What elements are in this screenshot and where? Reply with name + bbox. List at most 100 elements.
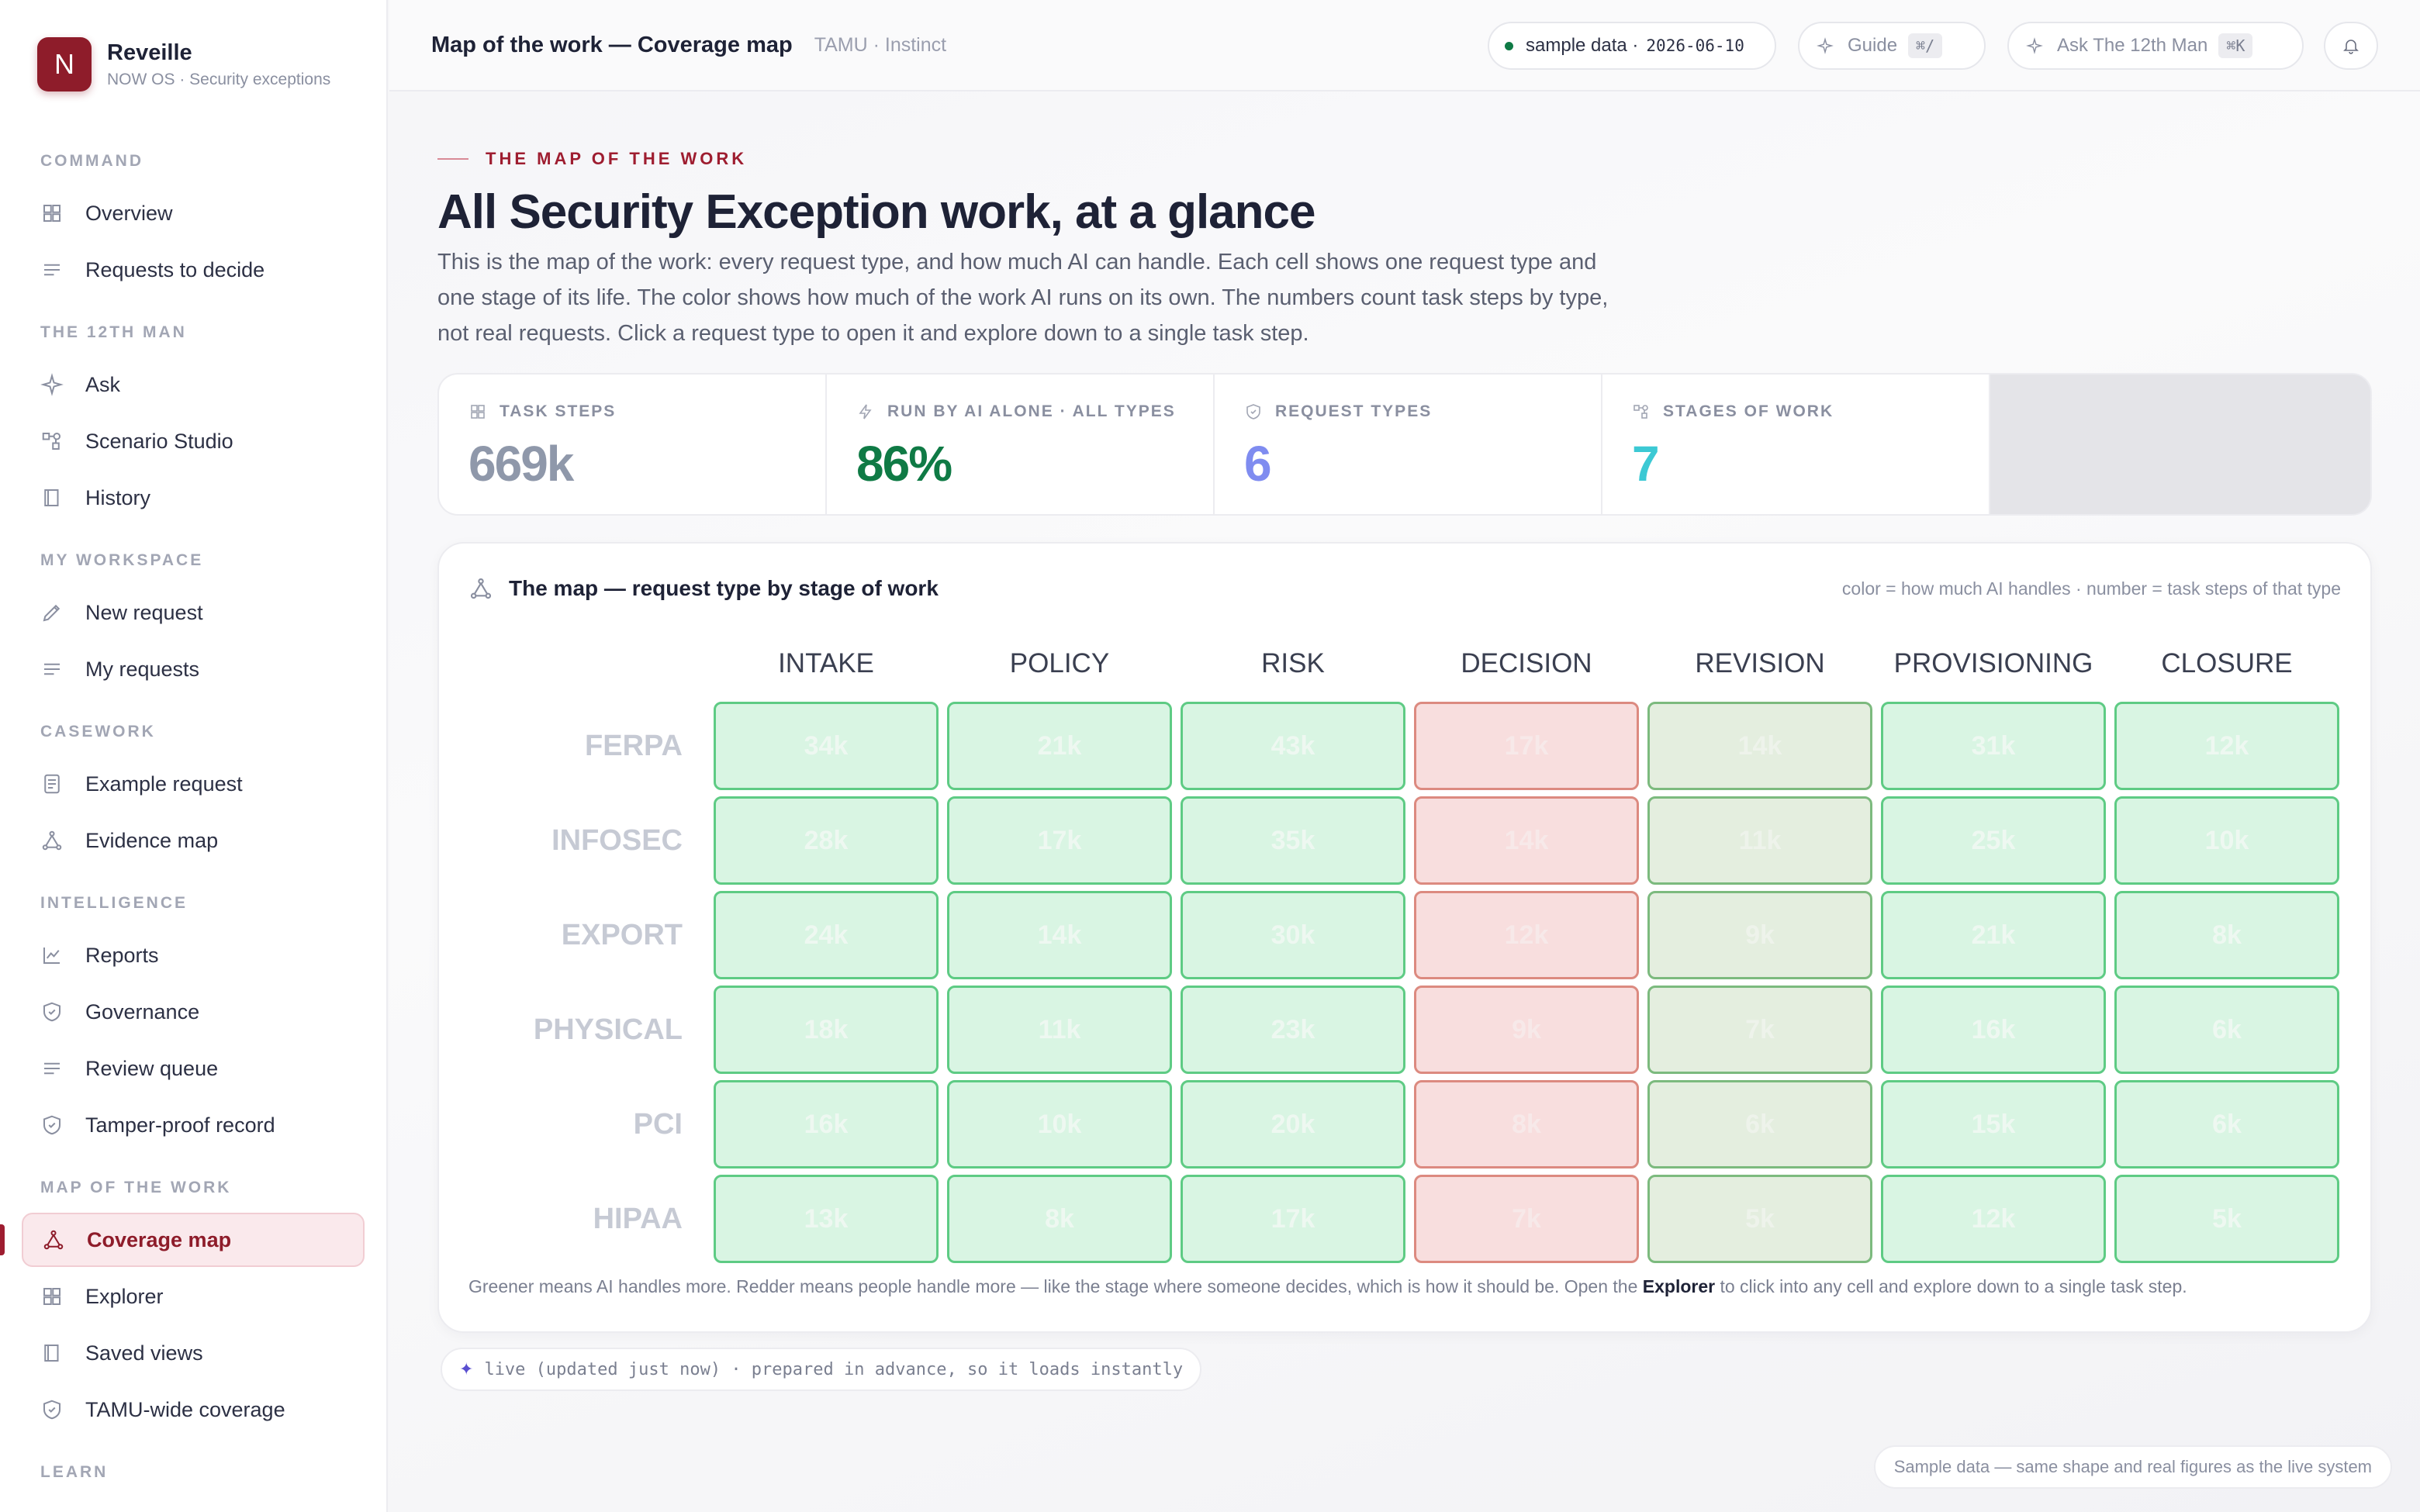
- request-type-label[interactable]: FERPA: [468, 702, 683, 790]
- grid-icon: [43, 205, 60, 222]
- request-type-label[interactable]: HIPAA: [468, 1175, 683, 1263]
- heatmap-cell[interactable]: 14k: [1414, 796, 1639, 885]
- sidebar-item-evidence-map[interactable]: Evidence map: [22, 813, 365, 868]
- heatmap-cell[interactable]: 43k: [1181, 702, 1405, 790]
- heatmap-cell[interactable]: 16k: [1881, 986, 2106, 1074]
- heatmap-cell[interactable]: 7k: [1414, 1175, 1639, 1263]
- book-icon: [44, 1345, 59, 1362]
- sidebar-item-ask[interactable]: Ask: [22, 357, 365, 412]
- heatmap-cell[interactable]: 12k: [2114, 702, 2339, 790]
- sidebar-nav: COMMAND Overview Requests to decide THE 12T…: [0, 146, 386, 1488]
- heatmap-cell[interactable]: 9k: [1414, 986, 1639, 1074]
- sidebar-item-reports[interactable]: Reports: [22, 928, 365, 982]
- sidebar-item-explorer[interactable]: Explorer: [22, 1269, 365, 1324]
- sidebar-item-label: Saved views: [85, 1341, 203, 1365]
- sidebar-item-label: Evidence map: [85, 828, 219, 852]
- shield-icon: [43, 1002, 60, 1022]
- heatmap-cell[interactable]: 23k: [1181, 986, 1405, 1074]
- heatmap-cell[interactable]: 5k: [1647, 1175, 1872, 1263]
- heatmap-cell[interactable]: 21k: [947, 702, 1172, 790]
- app-logo[interactable]: N: [37, 37, 92, 91]
- stage-header: DECISION: [1461, 648, 1592, 678]
- heatmap-cell[interactable]: 13k: [714, 1175, 939, 1263]
- heatmap-cell[interactable]: 12k: [1414, 891, 1639, 979]
- heatmap-cell[interactable]: 25k: [1881, 796, 2106, 885]
- heatmap-cell[interactable]: 18k: [714, 986, 939, 1074]
- heatmap-cell[interactable]: 9k: [1647, 891, 1872, 979]
- heatmap-cell[interactable]: 12k: [1881, 1175, 2106, 1263]
- sidebar-item-new-request[interactable]: New request: [22, 585, 365, 640]
- sidebar-item-saved-views[interactable]: Saved views: [22, 1326, 365, 1380]
- heatmap-cell[interactable]: 6k: [2114, 986, 2339, 1074]
- heatmap-cell[interactable]: 7k: [1647, 986, 1872, 1074]
- heatmap-cell[interactable]: 24k: [714, 891, 939, 979]
- footnote-text: Greener means AI handles more. Redder me…: [468, 1276, 1643, 1296]
- request-type-label[interactable]: EXPORT: [468, 891, 683, 979]
- heatmap-cell[interactable]: 8k: [1414, 1080, 1639, 1169]
- notifications-button[interactable]: [2324, 22, 2378, 70]
- heatmap-cell[interactable]: 14k: [947, 891, 1172, 979]
- ask-12th-man-button[interactable]: Ask The 12th Man ⌘K: [2007, 22, 2304, 70]
- request-type-label[interactable]: INFOSEC: [468, 796, 683, 885]
- map-title: The map — request type by stage of work: [509, 576, 939, 600]
- heatmap-cell[interactable]: 17k: [947, 796, 1172, 885]
- stat-value: 669k: [468, 436, 574, 492]
- heatmap-cell[interactable]: 15k: [1881, 1080, 2106, 1169]
- sidebar-item-history[interactable]: History: [22, 471, 365, 525]
- sidebar-item-tamper-proof-record[interactable]: Tamper-proof record: [22, 1098, 365, 1152]
- heatmap-cell[interactable]: 21k: [1881, 891, 2106, 979]
- heatmap-cell[interactable]: 30k: [1181, 891, 1405, 979]
- sidebar-item-example-request[interactable]: Example request: [22, 757, 365, 811]
- sidebar-item-governance[interactable]: Governance: [22, 985, 365, 1039]
- sidebar-item-tamu-wide-coverage[interactable]: TAMU-wide coverage: [22, 1383, 365, 1437]
- heatmap-cell[interactable]: 17k: [1414, 702, 1639, 790]
- heatmap-cell[interactable]: 6k: [2114, 1080, 2339, 1169]
- guide-label: Guide: [1848, 35, 1898, 56]
- stage-header: POLICY: [1009, 648, 1110, 678]
- heatmap-cell[interactable]: 20k: [1181, 1080, 1405, 1169]
- sidebar-item-label: History: [85, 485, 151, 509]
- book-icon: [44, 489, 59, 506]
- heatmap-cell[interactable]: 14k: [1647, 702, 1872, 790]
- sidebar-item-overview[interactable]: Overview: [22, 186, 365, 240]
- request-type-label[interactable]: PHYSICAL: [468, 986, 683, 1074]
- sidebar-item-coverage-map[interactable]: Coverage map: [22, 1213, 365, 1267]
- heatmap-cell[interactable]: 31k: [1881, 702, 2106, 790]
- stat-value: 86%: [856, 436, 952, 492]
- footnote-text-end: to click into any cell and explore down …: [1715, 1276, 2187, 1296]
- page-breadcrumb-subtitle: TAMU · Instinct: [814, 33, 947, 56]
- heatmap-cell[interactable]: 8k: [2114, 891, 2339, 979]
- heatmap-cell[interactable]: 10k: [947, 1080, 1172, 1169]
- sparkle-icon: [1817, 37, 1834, 54]
- sidebar-item-label: Explorer: [85, 1284, 164, 1308]
- sidebar-item-label: Tamper-proof record: [85, 1113, 275, 1137]
- heatmap-cell[interactable]: 8k: [947, 1175, 1172, 1263]
- sidebar-item-scenario-studio[interactable]: Scenario Studio: [22, 414, 365, 468]
- heatmap-cell[interactable]: 11k: [1647, 796, 1872, 885]
- sidebar-item-requests-to-decide[interactable]: Requests to decide: [22, 243, 365, 297]
- sparkle-icon: [40, 373, 64, 396]
- heatmap-cell[interactable]: 6k: [1647, 1080, 1872, 1169]
- explorer-link[interactable]: Explorer: [1643, 1276, 1715, 1296]
- heatmap-cell[interactable]: 28k: [714, 796, 939, 885]
- heatmap-cell[interactable]: 5k: [2114, 1175, 2339, 1263]
- heatmap-cell[interactable]: 34k: [714, 702, 939, 790]
- page-eyebrow: THE MAP OF THE WORK: [437, 149, 2372, 169]
- active-marker: [0, 1224, 5, 1255]
- shield-icon: [43, 1400, 60, 1420]
- bolt-icon: [859, 404, 872, 419]
- heatmap-cell[interactable]: 10k: [2114, 796, 2339, 885]
- sidebar-item-review-queue[interactable]: Review queue: [22, 1041, 365, 1096]
- heatmap-cell[interactable]: 16k: [714, 1080, 939, 1169]
- heatmap-cell[interactable]: 35k: [1181, 796, 1405, 885]
- sidebar-item-my-requests[interactable]: My requests: [22, 642, 365, 696]
- stat-stages-of-work: STAGES OF WORK 7: [1602, 375, 1990, 514]
- sidebar-item-label: New request: [85, 600, 203, 624]
- eyebrow-line: [437, 158, 468, 160]
- guide-button[interactable]: Guide ⌘/: [1798, 22, 1986, 70]
- heatmap-cell[interactable]: 17k: [1181, 1175, 1405, 1263]
- nodes-icon: [1634, 405, 1648, 419]
- request-type-label[interactable]: PCI: [468, 1080, 683, 1169]
- stat-value: 6: [1244, 436, 1272, 492]
- heatmap-cell[interactable]: 11k: [947, 986, 1172, 1074]
